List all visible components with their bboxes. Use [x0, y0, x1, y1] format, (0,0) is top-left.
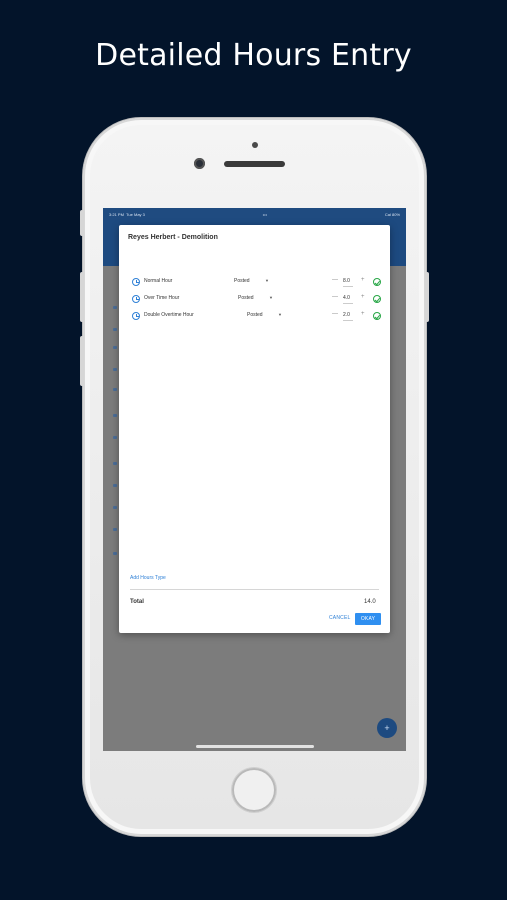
divider: [130, 589, 379, 590]
total-label: Total: [130, 599, 144, 605]
clock-icon: [132, 295, 140, 303]
decrement-button[interactable]: —: [332, 294, 338, 300]
increment-button[interactable]: +: [361, 311, 365, 317]
home-button[interactable]: [232, 768, 276, 812]
hours-type-label: Normal Hour: [144, 278, 173, 284]
earpiece-speaker: [224, 161, 285, 167]
hours-row: Normal Hour Posted ▼ — 8.0 +: [119, 275, 390, 289]
background-marker: [113, 528, 117, 531]
front-camera-icon: [194, 158, 205, 169]
increment-button[interactable]: +: [361, 294, 365, 300]
background-marker: [113, 552, 117, 555]
caret-down-icon[interactable]: ▼: [278, 312, 282, 317]
status-battery: Cal 80%: [384, 211, 400, 217]
increment-button[interactable]: +: [361, 277, 365, 283]
caret-down-icon[interactable]: ▼: [265, 278, 269, 283]
power-button: [425, 272, 429, 322]
hours-input[interactable]: 4.0: [343, 295, 350, 301]
caret-down-icon[interactable]: ▼: [269, 295, 273, 300]
check-circle-icon[interactable]: [373, 278, 381, 286]
hours-type-label: Over Time Hour: [144, 295, 180, 301]
clock-icon: [132, 312, 140, 320]
add-fab-button[interactable]: +: [377, 718, 397, 738]
add-hours-type-link[interactable]: Add Hours Type: [130, 575, 166, 581]
check-circle-icon[interactable]: [373, 295, 381, 303]
status-dropdown[interactable]: Posted: [234, 278, 250, 284]
proximity-sensor: [252, 142, 258, 148]
background-marker: [113, 506, 117, 509]
check-circle-icon[interactable]: [373, 312, 381, 320]
background-marker: [113, 346, 117, 349]
hours-entry-dialog: Reyes Herbert - Demolition Normal Hour P…: [119, 225, 390, 633]
cancel-button[interactable]: CANCEL: [329, 615, 350, 621]
device-screen: 3:21 PM Tue May 3 ••• Cal 80% Reyes Herb…: [103, 208, 406, 751]
input-underline: [343, 303, 353, 304]
hours-input[interactable]: 2.0: [343, 312, 350, 318]
background-marker: [113, 436, 117, 439]
mute-switch: [80, 210, 84, 236]
hours-type-label: Double Overtime Hour: [144, 312, 194, 318]
total-value: 14.0: [364, 599, 376, 605]
background-marker: [113, 388, 117, 391]
status-dropdown[interactable]: Posted: [247, 312, 263, 318]
okay-button[interactable]: OKAY: [355, 613, 381, 625]
promo-headline: Detailed Hours Entry: [95, 38, 412, 73]
decrement-button[interactable]: —: [332, 277, 338, 283]
input-underline: [343, 286, 353, 287]
decrement-button[interactable]: —: [332, 311, 338, 317]
dialog-title: Reyes Herbert - Demolition: [128, 234, 218, 241]
input-underline: [343, 320, 353, 321]
hours-row: Over Time Hour Posted ▼ — 4.0 +: [119, 292, 390, 306]
hours-row: Double Overtime Hour Posted ▼ — 2.0 +: [119, 309, 390, 323]
background-marker: [113, 484, 117, 487]
status-time: 3:21 PM Tue May 3: [109, 211, 145, 217]
hours-input[interactable]: 8.0: [343, 278, 350, 284]
background-marker: [113, 328, 117, 331]
status-bar: 3:21 PM Tue May 3 ••• Cal 80%: [103, 208, 406, 220]
background-marker: [113, 414, 117, 417]
status-center: •••: [262, 211, 267, 217]
background-marker: [113, 368, 117, 371]
volume-up-button: [80, 272, 84, 322]
volume-down-button: [80, 336, 84, 386]
clock-icon: [132, 278, 140, 286]
status-dropdown[interactable]: Posted: [238, 295, 254, 301]
background-marker: [113, 462, 117, 465]
home-indicator: [196, 745, 314, 748]
background-marker: [113, 306, 117, 309]
